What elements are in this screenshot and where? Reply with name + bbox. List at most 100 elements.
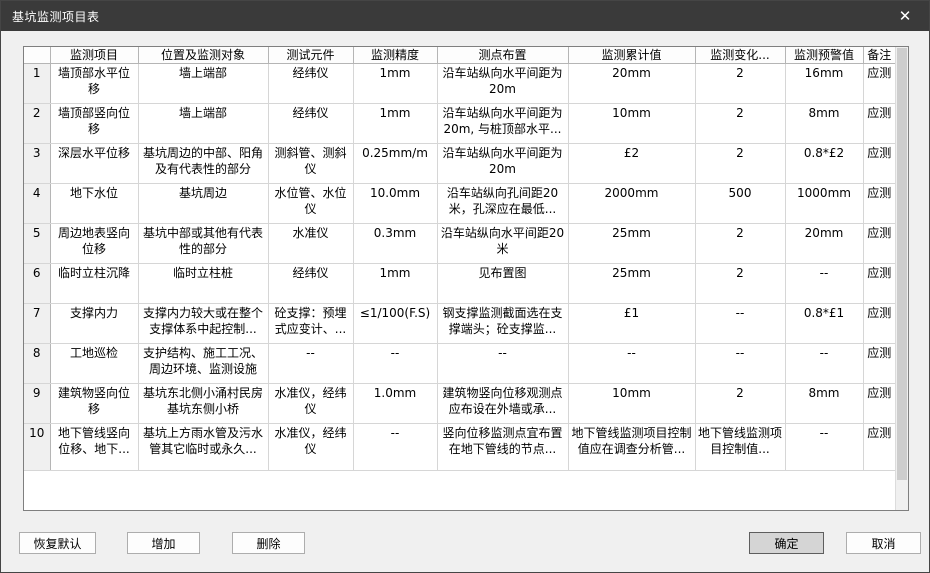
- table-cell[interactable]: 应测: [862, 303, 895, 344]
- table-cell[interactable]: 墙上端部: [137, 63, 269, 104]
- table-row[interactable]: 9 建筑物竖向位移 基坑东北侧小涌村民房基坑东侧小桥 水准仪，经纬仪 1.0mm 建筑物竖…: [24, 383, 895, 424]
- table-cell[interactable]: --: [436, 343, 569, 384]
- table-row[interactable]: 3 深层水平位移 基坑周边的中部、阳角及有代表性的部分 测斜管、测斜仪 0.25mm/m…: [24, 143, 895, 184]
- table-cell[interactable]: 1mm: [352, 103, 438, 144]
- table-cell[interactable]: 沿车站纵向水平间距为20m, 与桩顶部水平...: [436, 103, 569, 144]
- table-cell[interactable]: 基坑中部或其他有代表性的部分: [137, 223, 269, 264]
- table-cell[interactable]: 25mm: [567, 263, 696, 304]
- table-cell[interactable]: 2: [694, 223, 786, 264]
- column-header[interactable]: [24, 47, 51, 64]
- column-header[interactable]: 测试元件: [267, 47, 354, 64]
- column-header[interactable]: 监测精度: [352, 47, 438, 64]
- table-cell[interactable]: 2: [694, 143, 786, 184]
- column-header[interactable]: 测点布置: [436, 47, 569, 64]
- table-cell[interactable]: 沿车站纵向水平间距20米: [436, 223, 569, 264]
- table-cell[interactable]: 20mm: [784, 223, 864, 264]
- table-cell[interactable]: 测斜管、测斜仪: [267, 143, 354, 184]
- table-cell[interactable]: 基坑东北侧小涌村民房基坑东侧小桥: [137, 383, 269, 424]
- table-row[interactable]: 1 墙顶部水平位移 墙上端部 经纬仪 1mm 沿车站纵向水平间距为20m 20mm 2 16mm…: [24, 63, 895, 104]
- table-cell[interactable]: 地下管线竖向位移、地下...: [49, 423, 139, 471]
- scrollbar-thumb[interactable]: [897, 48, 907, 480]
- table-cell[interactable]: £1: [567, 303, 696, 344]
- table-cell[interactable]: 水位管、水位仪: [267, 183, 354, 224]
- table-cell[interactable]: 应测: [862, 343, 895, 384]
- table-cell[interactable]: 周边地表竖向位移: [49, 223, 139, 264]
- table-row[interactable]: 5 周边地表竖向位移 基坑中部或其他有代表性的部分 水准仪 0.3mm 沿车站纵向水平间距…: [24, 223, 895, 264]
- table-cell[interactable]: 竖向位移监测点宜布置在地下管线的节点...: [436, 423, 569, 471]
- table-cell[interactable]: 1.0mm: [352, 383, 438, 424]
- table-row[interactable]: 2 墙顶部竖向位移 墙上端部 经纬仪 1mm 沿车站纵向水平间距为20m, 与桩顶部水平.…: [24, 103, 895, 144]
- row-number[interactable]: 10: [24, 423, 51, 471]
- table-cell[interactable]: ≤1/100(F.S): [352, 303, 438, 344]
- table-cell[interactable]: 1mm: [352, 63, 438, 104]
- table-cell[interactable]: --: [694, 343, 786, 384]
- delete-button[interactable]: 删除: [232, 532, 305, 554]
- table-cell[interactable]: 基坑周边的中部、阳角及有代表性的部分: [137, 143, 269, 184]
- row-number[interactable]: 7: [24, 303, 51, 344]
- row-number[interactable]: 2: [24, 103, 51, 144]
- table-cell[interactable]: 基坑周边: [137, 183, 269, 224]
- table-cell[interactable]: 墙顶部竖向位移: [49, 103, 139, 144]
- table-cell[interactable]: 500: [694, 183, 786, 224]
- table-cell[interactable]: 8mm: [784, 383, 864, 424]
- table-cell[interactable]: 应测: [862, 423, 895, 471]
- table-cell[interactable]: 临时立柱沉降: [49, 263, 139, 304]
- table-row[interactable]: 10 地下管线竖向位移、地下... 基坑上方雨水管及污水管其它临时或永久... 水准仪…: [24, 423, 895, 471]
- table-cell[interactable]: 砼支撑：预埋式应变计、...: [267, 303, 354, 344]
- table-cell[interactable]: 地下管线监测项目控制值...: [694, 423, 786, 471]
- table-cell[interactable]: 支撑内力较大或在整个支撑体系中起控制...: [137, 303, 269, 344]
- table-cell[interactable]: 墙上端部: [137, 103, 269, 144]
- table-cell[interactable]: 10mm: [567, 103, 696, 144]
- table-cell[interactable]: 1000mm: [784, 183, 864, 224]
- ok-button[interactable]: 确定: [749, 532, 824, 554]
- table-cell[interactable]: --: [784, 343, 864, 384]
- table-cell[interactable]: 基坑上方雨水管及污水管其它临时或永久...: [137, 423, 269, 471]
- table-cell[interactable]: 沿车站纵向水平间距为20m: [436, 143, 569, 184]
- column-header[interactable]: 监测项目: [49, 47, 139, 64]
- table-cell[interactable]: 0.8*£1: [784, 303, 864, 344]
- table-cell[interactable]: 建筑物竖向位移: [49, 383, 139, 424]
- table-cell[interactable]: --: [567, 343, 696, 384]
- table-cell[interactable]: 应测: [862, 383, 895, 424]
- table-cell[interactable]: 8mm: [784, 103, 864, 144]
- table-cell[interactable]: 10mm: [567, 383, 696, 424]
- table-row[interactable]: 7 支撑内力 支撑内力较大或在整个支撑体系中起控制... 砼支撑：预埋式应变计、...…: [24, 303, 895, 344]
- table-cell[interactable]: 工地巡检: [49, 343, 139, 384]
- restore-defaults-button[interactable]: 恢复默认: [19, 532, 96, 554]
- table-cell[interactable]: 应测: [862, 183, 895, 224]
- table-row[interactable]: 6 临时立柱沉降 临时立柱桩 经纬仪 1mm 见布置图 25mm 2 -- 应测: [24, 263, 895, 304]
- row-number[interactable]: 1: [24, 63, 51, 104]
- table-cell[interactable]: 地下水位: [49, 183, 139, 224]
- row-number[interactable]: 4: [24, 183, 51, 224]
- table-cell[interactable]: 应测: [862, 143, 895, 184]
- table-cell[interactable]: --: [267, 343, 354, 384]
- table-cell[interactable]: 建筑物竖向位移观测点应布设在外墙或承...: [436, 383, 569, 424]
- table-cell[interactable]: 2: [694, 383, 786, 424]
- table-row[interactable]: 8 工地巡检 支护结构、施工工况、周边环境、监测设施 -- -- -- -- -- -- 应测: [24, 343, 895, 384]
- column-header[interactable]: 位置及监测对象: [137, 47, 269, 64]
- table-cell[interactable]: 沿车站纵向水平间距为20m: [436, 63, 569, 104]
- column-header[interactable]: 监测累计值: [567, 47, 696, 64]
- vertical-scrollbar[interactable]: [895, 47, 908, 510]
- table-cell[interactable]: 水准仪，经纬仪: [267, 423, 354, 471]
- row-number[interactable]: 5: [24, 223, 51, 264]
- table-cell[interactable]: 墙顶部水平位移: [49, 63, 139, 104]
- table-cell[interactable]: 水准仪，经纬仪: [267, 383, 354, 424]
- close-icon[interactable]: ✕: [892, 3, 918, 29]
- table-cell[interactable]: 0.8*£2: [784, 143, 864, 184]
- table-cell[interactable]: 2: [694, 63, 786, 104]
- table-cell[interactable]: --: [694, 303, 786, 344]
- table-cell[interactable]: 10.0mm: [352, 183, 438, 224]
- table-cell[interactable]: 见布置图: [436, 263, 569, 304]
- table-cell[interactable]: 经纬仪: [267, 263, 354, 304]
- table-cell[interactable]: 应测: [862, 63, 895, 104]
- table-cell[interactable]: 地下管线监测项目控制值应在调查分析管...: [567, 423, 696, 471]
- table-cell[interactable]: 2: [694, 263, 786, 304]
- table-cell[interactable]: 钢支撑监测截面选在支撑端头；砼支撑监...: [436, 303, 569, 344]
- column-header[interactable]: 备注: [862, 47, 895, 64]
- table-cell[interactable]: 深层水平位移: [49, 143, 139, 184]
- table-cell[interactable]: 25mm: [567, 223, 696, 264]
- table-cell[interactable]: 临时立柱桩: [137, 263, 269, 304]
- row-number[interactable]: 9: [24, 383, 51, 424]
- table-cell[interactable]: 0.3mm: [352, 223, 438, 264]
